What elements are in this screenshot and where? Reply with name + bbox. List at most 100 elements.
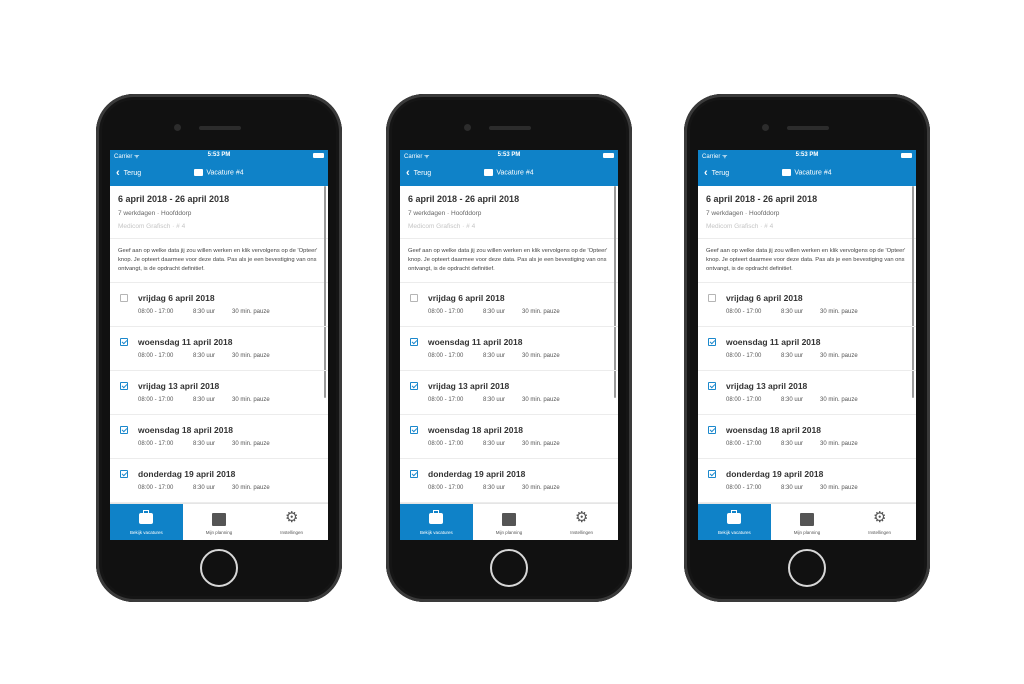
- tab-label: Mijn planning: [205, 530, 233, 535]
- day-hours: 08:00 - 17:00: [138, 485, 174, 491]
- vacancy-location: 7 werkdagen · Hoofddorp: [408, 210, 482, 217]
- home-button[interactable]: [788, 549, 826, 587]
- vacancy-header: 6 april 2018 - 26 april 2018 7 werkdagen…: [400, 186, 618, 239]
- vacancy-location: 7 werkdagen · Hoofddorp: [706, 210, 780, 217]
- calendar-icon: [800, 513, 814, 526]
- tab-mijn-planning[interactable]: Mijn planning: [183, 504, 256, 540]
- day-duration: 8:30 uur: [781, 353, 804, 359]
- day-checkbox[interactable]: [410, 382, 418, 390]
- vacancy-dates: 6 april 2018 - 26 april 2018: [408, 194, 520, 204]
- day-row[interactable]: woensdag 11 april 2018 08:00 - 17:00 8:30…: [698, 327, 916, 371]
- day-row[interactable]: vrijdag 6 april 2018 08:00 - 17:00 8:30 u…: [400, 283, 618, 327]
- phone-mockup: Carrier ᯤ 5:53 PM ‹ Terug Vacature #4 6 …: [386, 94, 632, 602]
- tab-bekijk-vacatures[interactable]: Bekijk vacatures: [400, 504, 473, 540]
- day-name: donderdag 19 april 2018: [726, 469, 824, 479]
- day-times: 08:00 - 17:00 8:30 uur 30 min. pauze: [138, 397, 270, 403]
- day-name: donderdag 19 april 2018: [138, 469, 236, 479]
- day-row[interactable]: vrijdag 6 april 2018 08:00 - 17:00 8:30 u…: [698, 283, 916, 327]
- day-row[interactable]: donderdag 19 april 2018 08:00 - 17:00 8:3…: [698, 459, 916, 503]
- day-checkbox[interactable]: [410, 470, 418, 478]
- day-row[interactable]: woensdag 11 april 2018 08:00 - 17:00 8:30…: [110, 327, 328, 371]
- gears-icon: ⚙: [872, 509, 887, 526]
- day-pause: 30 min. pauze: [232, 485, 270, 491]
- day-checkbox[interactable]: [120, 338, 128, 346]
- day-checkbox[interactable]: [410, 294, 418, 302]
- day-times: 08:00 - 17:00 8:30 uur 30 min. pauze: [428, 485, 560, 491]
- day-name: vrijdag 13 april 2018: [138, 381, 220, 391]
- day-hours: 08:00 - 17:00: [138, 441, 174, 447]
- tab-instellingen[interactable]: ⚙ Instellingen: [843, 504, 916, 540]
- nav-bar: ‹ Terug Vacature #4: [698, 162, 916, 186]
- day-row[interactable]: woensdag 18 april 2018 08:00 - 17:00 8:30…: [110, 415, 328, 459]
- day-checkbox[interactable]: [708, 426, 716, 434]
- tab-bekijk-vacatures[interactable]: Bekijk vacatures: [110, 504, 183, 540]
- day-duration: 8:30 uur: [193, 353, 216, 359]
- vacancy-company: Medicom Grafisch · # 4: [408, 223, 476, 230]
- tab-instellingen[interactable]: ⚙ Instellingen: [545, 504, 618, 540]
- day-hours: 08:00 - 17:00: [726, 309, 762, 315]
- vacancy-company: Medicom Grafisch · # 4: [706, 223, 774, 230]
- day-name: donderdag 19 april 2018: [428, 469, 526, 479]
- home-button[interactable]: [490, 549, 528, 587]
- phone-screen: Carrier ᯤ 5:53 PM ‹ Terug Vacature #4 6 …: [400, 150, 618, 540]
- day-row[interactable]: donderdag 19 april 2018 08:00 - 17:00 8:3…: [110, 459, 328, 503]
- day-pause: 30 min. pauze: [232, 441, 270, 447]
- tab-mijn-planning[interactable]: Mijn planning: [473, 504, 546, 540]
- day-times: 08:00 - 17:00 8:30 uur 30 min. pauze: [428, 353, 560, 359]
- vacancy-location: 7 werkdagen · Hoofddorp: [118, 210, 192, 217]
- day-row[interactable]: vrijdag 13 april 2018 08:00 - 17:00 8:30 …: [110, 371, 328, 415]
- battery-icon: [313, 153, 324, 158]
- day-pause: 30 min. pauze: [232, 397, 270, 403]
- nav-title: Vacature #4: [400, 169, 618, 176]
- day-name: woensdag 18 april 2018: [428, 425, 523, 435]
- tab-bekijk-vacatures[interactable]: Bekijk vacatures: [698, 504, 771, 540]
- day-duration: 8:30 uur: [781, 397, 804, 403]
- day-name: vrijdag 6 april 2018: [428, 293, 505, 303]
- day-pause: 30 min. pauze: [820, 485, 858, 491]
- day-duration: 8:30 uur: [781, 309, 804, 315]
- day-checkbox[interactable]: [708, 382, 716, 390]
- vacancy-header: 6 april 2018 - 26 april 2018 7 werkdagen…: [110, 186, 328, 239]
- day-checkbox[interactable]: [708, 294, 716, 302]
- day-checkbox[interactable]: [120, 426, 128, 434]
- day-checkbox[interactable]: [120, 294, 128, 302]
- tab-label: Bekijk vacatures: [717, 530, 751, 535]
- tab-instellingen[interactable]: ⚙ Instellingen: [255, 504, 328, 540]
- briefcase-icon: [429, 510, 444, 524]
- vacancy-header: 6 april 2018 - 26 april 2018 7 werkdagen…: [698, 186, 916, 239]
- day-pause: 30 min. pauze: [820, 309, 858, 315]
- home-button[interactable]: [200, 549, 238, 587]
- day-hours: 08:00 - 17:00: [428, 309, 464, 315]
- day-duration: 8:30 uur: [781, 485, 804, 491]
- day-pause: 30 min. pauze: [820, 441, 858, 447]
- day-checkbox[interactable]: [120, 382, 128, 390]
- day-row[interactable]: woensdag 18 april 2018 08:00 - 17:00 8:30…: [400, 415, 618, 459]
- day-checkbox[interactable]: [708, 470, 716, 478]
- front-camera: [174, 124, 181, 131]
- day-times: 08:00 - 17:00 8:30 uur 30 min. pauze: [428, 309, 560, 315]
- day-hours: 08:00 - 17:00: [726, 397, 762, 403]
- day-row[interactable]: donderdag 19 april 2018 08:00 - 17:00 8:3…: [400, 459, 618, 503]
- day-name: woensdag 11 april 2018: [428, 337, 523, 347]
- front-camera: [464, 124, 471, 131]
- day-hours: 08:00 - 17:00: [138, 309, 174, 315]
- nav-title: Vacature #4: [110, 169, 328, 176]
- tab-mijn-planning[interactable]: Mijn planning: [771, 504, 844, 540]
- day-times: 08:00 - 17:00 8:30 uur 30 min. pauze: [138, 441, 270, 447]
- day-checkbox[interactable]: [708, 338, 716, 346]
- vacancy-content[interactable]: 6 april 2018 - 26 april 2018 7 werkdagen…: [698, 186, 916, 504]
- day-checkbox[interactable]: [120, 470, 128, 478]
- day-duration: 8:30 uur: [483, 309, 506, 315]
- day-row[interactable]: vrijdag 6 april 2018 08:00 - 17:00 8:30 u…: [110, 283, 328, 327]
- day-row[interactable]: vrijdag 13 april 2018 08:00 - 17:00 8:30 …: [400, 371, 618, 415]
- day-name: woensdag 11 april 2018: [138, 337, 233, 347]
- day-checkbox[interactable]: [410, 426, 418, 434]
- vacancy-content[interactable]: 6 april 2018 - 26 april 2018 7 werkdagen…: [110, 186, 328, 504]
- day-row[interactable]: woensdag 11 april 2018 08:00 - 17:00 8:30…: [400, 327, 618, 371]
- day-times: 08:00 - 17:00 8:30 uur 30 min. pauze: [726, 309, 858, 315]
- vacancy-content[interactable]: 6 april 2018 - 26 april 2018 7 werkdagen…: [400, 186, 618, 504]
- day-row[interactable]: vrijdag 13 april 2018 08:00 - 17:00 8:30 …: [698, 371, 916, 415]
- status-bar: Carrier ᯤ 5:53 PM: [698, 150, 916, 162]
- day-checkbox[interactable]: [410, 338, 418, 346]
- day-row[interactable]: woensdag 18 april 2018 08:00 - 17:00 8:30…: [698, 415, 916, 459]
